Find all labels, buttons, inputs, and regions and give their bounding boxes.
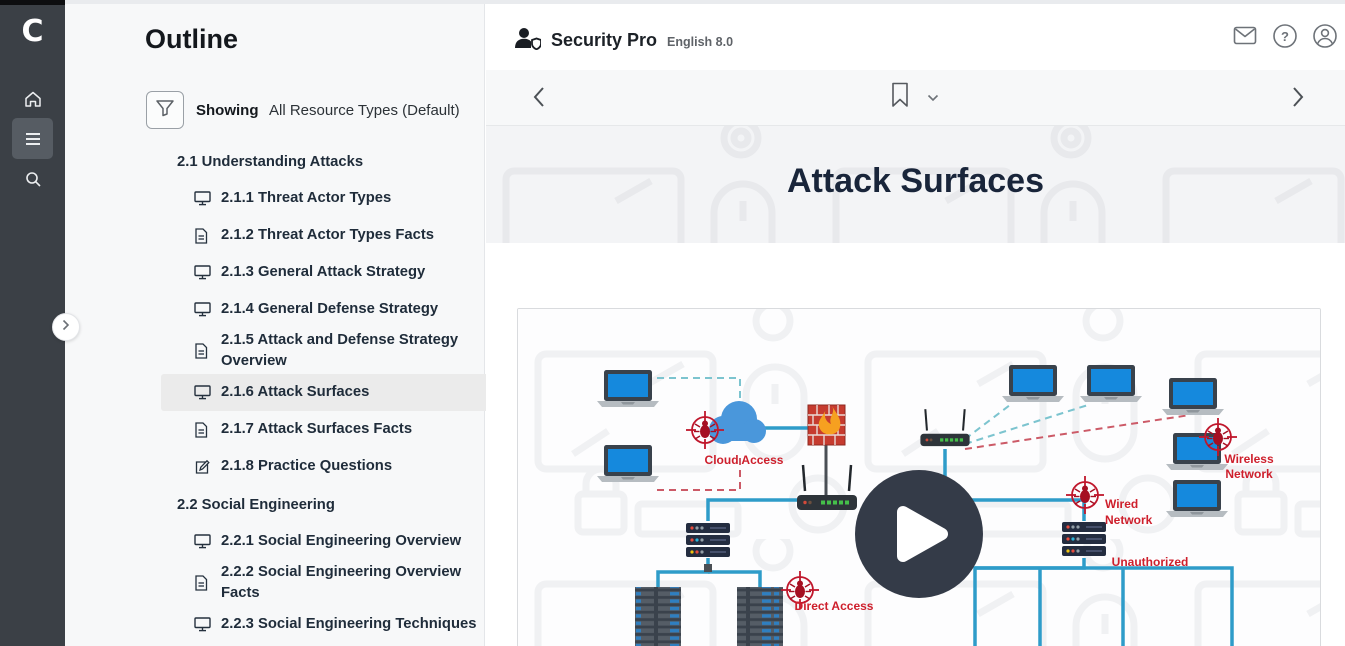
document-icon (194, 575, 214, 591)
previous-lesson-button[interactable] (532, 86, 556, 110)
course-person-shield-icon (513, 26, 541, 55)
svg-text:?: ? (1281, 29, 1289, 44)
account-icon (1312, 23, 1338, 54)
filter-funnel-icon (155, 99, 175, 122)
outline-section: 2.2 Social Engineering (161, 485, 511, 523)
outline-item-label: 2.2.3 Social Engineering Techniques (221, 614, 476, 635)
messages-button[interactable] (1230, 23, 1260, 53)
wired-network-label-2: Network (1105, 513, 1153, 527)
firewall-shape (808, 405, 845, 445)
outline-item[interactable]: 2.1.1 Threat Actor Types (161, 180, 511, 217)
course-title: Security Pro (551, 30, 657, 51)
list-menu-icon (24, 132, 42, 146)
app-logo: C (0, 14, 65, 49)
mail-icon (1233, 26, 1257, 50)
panel-expand-button[interactable] (52, 313, 80, 341)
cloud-access-label: Cloud Access (705, 453, 784, 467)
chevron-down-icon (927, 89, 939, 107)
outline-item-label: 2.1.3 General Attack Strategy (221, 262, 425, 283)
filter-showing-label: Showing (196, 102, 259, 119)
outline-item[interactable]: 2.1.3 General Attack Strategy (161, 254, 511, 291)
outline-item-label: 2.2.2 Social Engineering Overview Facts (221, 562, 491, 604)
outline-item-selected[interactable]: 2.1.6 Attack Surfaces (161, 374, 511, 411)
sidebar-item-home[interactable] (12, 78, 53, 119)
network-diagram: Cloud Access Wireless Network Wired Netw… (518, 309, 1320, 646)
video-lesson-icon (194, 385, 214, 400)
bookmark-icon (891, 82, 909, 113)
filter-value[interactable]: All Resource Types (Default) (269, 102, 460, 119)
outline-item[interactable]: 2.2.1 Social Engineering Overview (161, 523, 511, 560)
document-icon (194, 228, 214, 244)
lesson-nav-bar (486, 70, 1345, 126)
chevron-right-icon (1291, 95, 1305, 112)
video-lesson-icon (194, 617, 214, 632)
practice-questions-icon (194, 459, 214, 475)
document-icon (194, 422, 214, 438)
video-lesson-icon (194, 534, 214, 549)
outline-panel-title: Outline (145, 24, 238, 55)
chevron-right-icon (62, 318, 70, 336)
outline-item-label: 2.1.8 Practice Questions (221, 456, 392, 477)
sidebar-top-strip (0, 0, 65, 5)
page-title: Attack Surfaces (486, 162, 1345, 201)
outline-section: 2.1 Understanding Attacks (161, 142, 511, 180)
outline-item[interactable]: 2.1.8 Practice Questions (161, 448, 511, 485)
course-identity: Security Pro English 8.0 (513, 22, 733, 51)
outline-item-label: 2.1.4 General Defense Strategy (221, 299, 438, 320)
lesson-content: Cloud Access Wireless Network Wired Netw… (486, 243, 1345, 646)
outline-item[interactable]: 2.2.3 Social Engineering Techniques (161, 606, 511, 643)
next-lesson-button[interactable] (1291, 86, 1315, 110)
lesson-banner: Attack Surfaces (486, 126, 1345, 243)
outline-panel: Outline ✕ Showing All Resource Types (De… (65, 0, 485, 646)
course-header: Security Pro English 8.0 ? (486, 0, 1345, 70)
sidebar-item-outline[interactable] (12, 118, 53, 159)
help-button[interactable]: ? (1270, 23, 1300, 53)
wireless-network-label-2: Network (1225, 467, 1273, 481)
app-window: C Outline ✕ (0, 0, 1345, 646)
unauthorized-label: Unauthorized (1112, 555, 1189, 569)
direct-access-label: Direct Access (795, 599, 874, 613)
course-edition: English 8.0 (667, 35, 733, 49)
wired-network-label-1: Wired (1105, 497, 1138, 511)
help-icon: ? (1272, 23, 1298, 54)
outline-item[interactable]: 2.2.2 Social Engineering Overview Facts (161, 560, 511, 606)
video-lesson-icon (194, 302, 214, 317)
bookmark-control[interactable] (891, 82, 939, 113)
outline-list: 2.1 Understanding Attacks 2.1.1 Threat A… (161, 142, 511, 643)
outline-item[interactable]: 2.1.4 General Defense Strategy (161, 291, 511, 328)
video-lesson-icon (194, 191, 214, 206)
outline-item[interactable]: 2.1.2 Threat Actor Types Facts (161, 217, 511, 254)
outline-item[interactable]: 2.1.7 Attack Surfaces Facts (161, 411, 511, 448)
play-button[interactable] (855, 470, 983, 598)
top-strip (65, 0, 1345, 4)
outline-item[interactable]: 2.1.5 Attack and Defense Strategy Overvi… (161, 328, 511, 374)
outline-item-label: 2.1.5 Attack and Defense Strategy Overvi… (221, 330, 491, 372)
chevron-left-icon (532, 95, 546, 112)
search-icon (23, 169, 43, 189)
document-icon (194, 343, 214, 359)
outline-item-label: 2.1.6 Attack Surfaces (221, 382, 369, 403)
wireless-network-label-1: Wireless (1224, 452, 1274, 466)
filter-button[interactable] (146, 91, 184, 129)
account-button[interactable] (1310, 23, 1340, 53)
video-lesson-icon (194, 265, 214, 280)
home-icon (23, 89, 43, 109)
outline-item-label: 2.1.2 Threat Actor Types Facts (221, 225, 434, 246)
sidebar-item-search[interactable] (12, 158, 53, 199)
outline-item-label: 2.2.1 Social Engineering Overview (221, 531, 461, 552)
video-player[interactable]: Cloud Access Wireless Network Wired Netw… (517, 308, 1321, 646)
outline-item-label: 2.1.1 Threat Actor Types (221, 188, 391, 209)
outline-item-label: 2.1.7 Attack Surfaces Facts (221, 419, 412, 440)
main-area: Security Pro English 8.0 ? (486, 0, 1345, 646)
